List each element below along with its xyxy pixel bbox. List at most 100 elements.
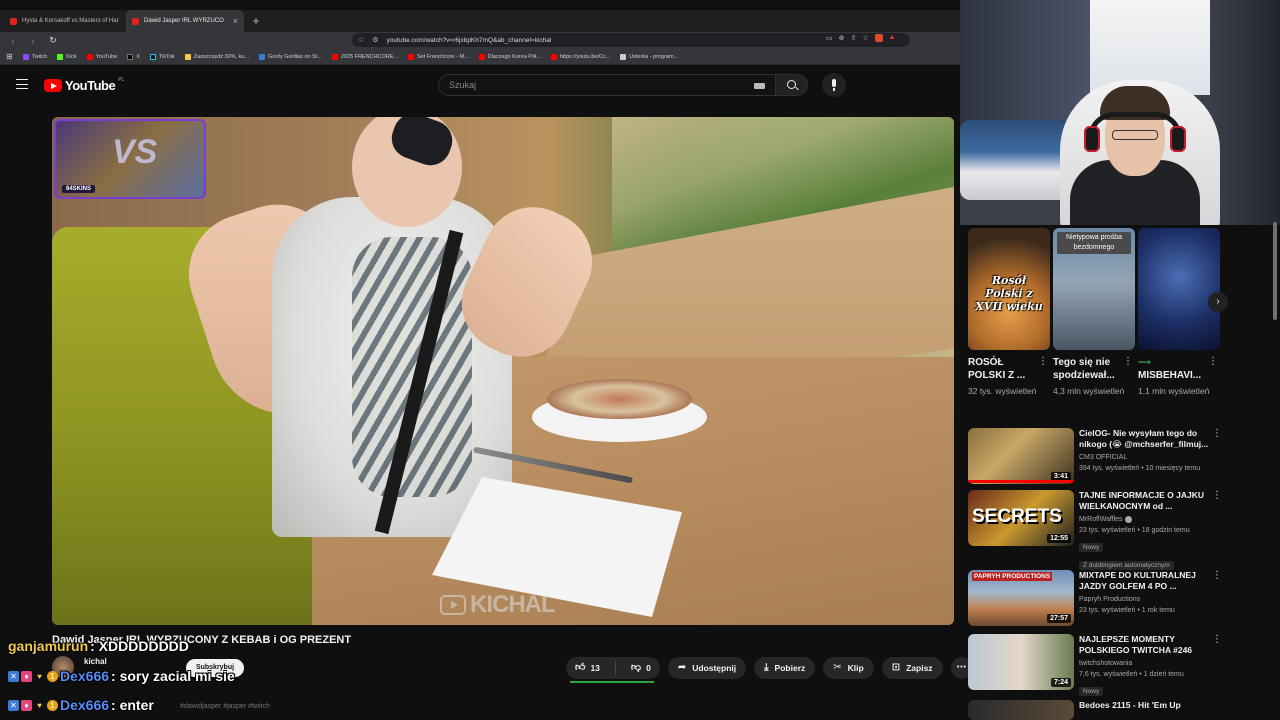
video-thumbnail[interactable] [968,700,1074,720]
apps-grid-icon[interactable]: ⊞ [6,52,13,61]
list-item[interactable]: 7:24 NAJLEPSZE MOMENTY POLSKIEGO TWITCHA… [968,634,1228,696]
bookmark-item[interactable]: Dlaczego Korea Pół... [478,53,541,60]
video-title[interactable]: Bedoes 2115 - Hit 'Em Up [1079,700,1211,711]
extension-warning-icon[interactable]: ▲ [889,34,896,42]
browser-tab[interactable]: Hysta & Korsakoff vs Masters of Har [4,10,122,32]
bookmark-item[interactable]: Zaoszczędź 30%, ku... [184,53,249,60]
browser-tab-active[interactable]: Dawid Jasper IRL WYRZUCO × [126,10,244,32]
short-title[interactable]: ROSÓŁ POLSKI Z ... [968,356,1038,382]
green-link-icon: ⟿ [1138,357,1151,367]
more-vert-icon[interactable]: ⋮ [1038,356,1048,367]
bookmark-item[interactable]: Set Frenchcore - M... [407,53,469,60]
youtube-icon [331,53,338,60]
new-tab-button[interactable]: + [248,14,264,28]
channel-name[interactable]: Papryh Productions [1079,594,1211,605]
voice-search-button[interactable] [822,73,846,97]
chat-message: ✕ ♦ ♥ 1 Dex666 : sory zacial mi sie [8,668,235,684]
short-title[interactable]: Tego się nie spodziewał... [1053,356,1123,382]
bookmark-twitch[interactable]: Twitch [22,53,47,60]
video-thumbnail[interactable]: 7:24 [968,634,1074,690]
extension-brave-icon[interactable] [874,34,883,42]
download-button[interactable]: ⤓ Pobierz [754,657,816,679]
more-vert-icon[interactable]: ⋮ [1208,356,1218,367]
dubbing-badge: Z dubbingiem automatycznym [1079,561,1174,570]
more-vert-icon[interactable]: ⋮ [1123,356,1133,367]
short-thumbnail[interactable]: Nietypowa prośba bezdomnego [1053,228,1135,350]
video-title[interactable]: TAJNE INFORMACJE O JAJKU WIELKANOCNYM od… [1079,490,1211,512]
video-title[interactable]: MIXTAPE DO KULTURALNEJ JAZDY GOLFEM 4 PO… [1079,570,1211,592]
bookmark-tiktok[interactable]: TikTok [149,53,175,60]
url-text[interactable]: youtube.com/watch?v=r6jxbpKh7mQ&ab_chann… [387,37,552,44]
list-item[interactable]: Bedoes 2115 - Hit 'Em Up [968,700,1228,720]
heart-badge-icon: ♥ [37,671,42,681]
browser-tab-bar: Hysta & Korsakoff vs Masters of Har Dawi… [0,0,960,32]
chat-username: Dex666 [60,668,110,684]
more-vert-icon[interactable]: ⋮ [1212,428,1222,439]
bookmark-x[interactable]: X [127,53,140,60]
zoom-icon[interactable]: ⊕ [839,34,845,42]
bookmark-item[interactable]: Goofy Gorillas on St... [259,53,322,60]
bookmark-item[interactable]: Usterka - program... [620,53,678,60]
watermark-text: KICHAL [470,591,556,618]
scrollbar[interactable] [1273,222,1277,320]
back-arrow-icon[interactable]: ‹ [8,36,18,46]
short-thumbnail[interactable] [1138,228,1220,350]
bookmark-kick[interactable]: Kick [57,53,77,60]
sponsor-overlay: VS 84SKINS [54,119,206,199]
short-item[interactable]: Rosół Polski z XVII wieku ROSÓŁ POLSKI Z… [968,228,1050,398]
video-title[interactable]: NAJLEPSZE MOMENTY POLSKIEGO TWITCHA #246 [1079,634,1211,656]
video-thumbnail[interactable]: SECRETS 12:55 [968,490,1074,546]
more-vert-icon[interactable]: ⋮ [1212,634,1222,645]
short-item[interactable]: ⟿ MISBEHAVI... 1,1 mln wyświetleń ⋮ [1138,228,1220,398]
site-settings-icon[interactable]: ⚙ [372,36,378,44]
reload-icon[interactable]: ↻ [48,35,58,46]
more-vert-icon[interactable]: ⋮ [1212,490,1222,501]
like-ratio-bar [570,681,654,683]
bookmark-star-icon[interactable]: ☆ [358,36,364,44]
youtube-icon [478,53,485,60]
channel-name[interactable]: CM3 OFFICIAL [1079,452,1211,463]
share-icon[interactable]: ⇪ [851,34,857,42]
short-thumbnail[interactable]: Rosół Polski z XVII wieku [968,228,1050,350]
heart-badge-icon: ♥ [37,700,42,710]
dislike-count: 0 [646,663,651,673]
video-thumbnail[interactable]: 3:41 [968,428,1074,484]
video-meta: 394 tys. wyświetleń • 10 miesięcy temu [1079,465,1201,472]
chevron-right-icon[interactable]: › [1208,292,1228,312]
more-vert-icon[interactable]: ⋮ [1212,570,1222,581]
bookmark-youtube[interactable]: YouTube [86,53,117,60]
like-dislike-group: 👍︎ 13 👎︎ 0 [566,657,660,683]
list-item[interactable]: PAPRYH PRODUCTIONS 27:57 MIXTAPE DO KULT… [968,570,1228,628]
video-thumbnail[interactable]: PAPRYH PRODUCTIONS 27:57 [968,570,1074,626]
short-title[interactable]: ⟿ MISBEHAVI... [1138,356,1208,382]
close-tab-icon[interactable]: × [233,16,238,26]
forward-arrow-icon[interactable]: › [28,36,38,46]
clip-button[interactable]: ✂ Klip [823,657,874,679]
youtube-logo[interactable]: YouTube PL [44,77,124,93]
video-player[interactable]: VS 84SKINS KICHAL [52,117,954,625]
search-input[interactable]: Szukaj [438,74,776,96]
channel-name[interactable]: twitchshotowania [1079,658,1211,669]
video-title[interactable]: CielOG- Nie wysyłam tego do nikogo (😭 @m… [1079,428,1211,450]
like-button[interactable]: 👍︎ 13 [566,657,609,679]
duration-badge: 27:57 [1047,614,1071,623]
short-item[interactable]: Nietypowa prośba bezdomnego Tego się nie… [1053,228,1135,398]
bookmark-icon[interactable]: ☆ [862,34,868,42]
tiktok-icon [149,53,156,60]
dislike-button[interactable]: 👎︎ 0 [622,657,660,679]
hamburger-menu-icon[interactable] [16,79,28,89]
chat-text: : XDDDDDDDD [90,638,189,654]
chat-badge-icon: 1 [47,699,58,711]
channel-name[interactable]: MrRoflWaffles [1079,514,1211,525]
bookmark-favicon-icon [259,53,266,60]
search-button[interactable] [776,74,808,96]
bookmark-item[interactable]: 2025 FRENCHCORE... [331,53,398,60]
save-button[interactable]: ⊡ Zapisz [881,657,943,679]
keyboard-icon[interactable] [754,83,765,89]
duration-badge: 7:24 [1050,678,1071,687]
share-button[interactable]: ➦ Udostępnij [667,657,747,679]
cast-icon[interactable]: ▭ [826,34,833,42]
list-item[interactable]: 3:41 CielOG- Nie wysyłam tego do nikogo … [968,428,1228,486]
bookmark-item[interactable]: https://youtu.be/Cc... [550,53,610,60]
list-item[interactable]: SECRETS 12:55 TAJNE INFORMACJE O JAJKU W… [968,490,1228,570]
